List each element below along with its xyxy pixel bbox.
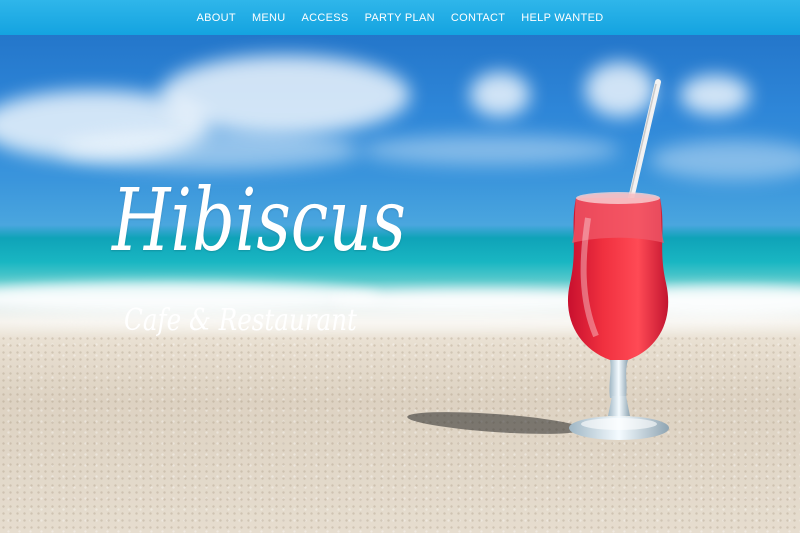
nav-link-access[interactable]: ACCESS <box>302 12 349 24</box>
brand-title: Hibiscus <box>112 171 406 271</box>
nav-link-party-plan[interactable]: PARTY PLAN <box>365 12 435 24</box>
brand-subtitle: Cafe & Restaurant <box>124 303 357 338</box>
nav-link-help-wanted[interactable]: HELP WANTED <box>521 12 603 24</box>
nav-link-about[interactable]: ABOUT <box>197 12 236 24</box>
cocktail-glass-image <box>567 79 669 440</box>
main-navigation: ABOUT MENU ACCESS PARTY PLAN CONTACT HEL… <box>0 0 800 35</box>
nav-link-menu[interactable]: MENU <box>252 12 286 24</box>
page: Hibiscus Cafe & Restaurant ABOUT MENU AC… <box>0 0 800 533</box>
nav-link-contact[interactable]: CONTACT <box>451 12 505 24</box>
